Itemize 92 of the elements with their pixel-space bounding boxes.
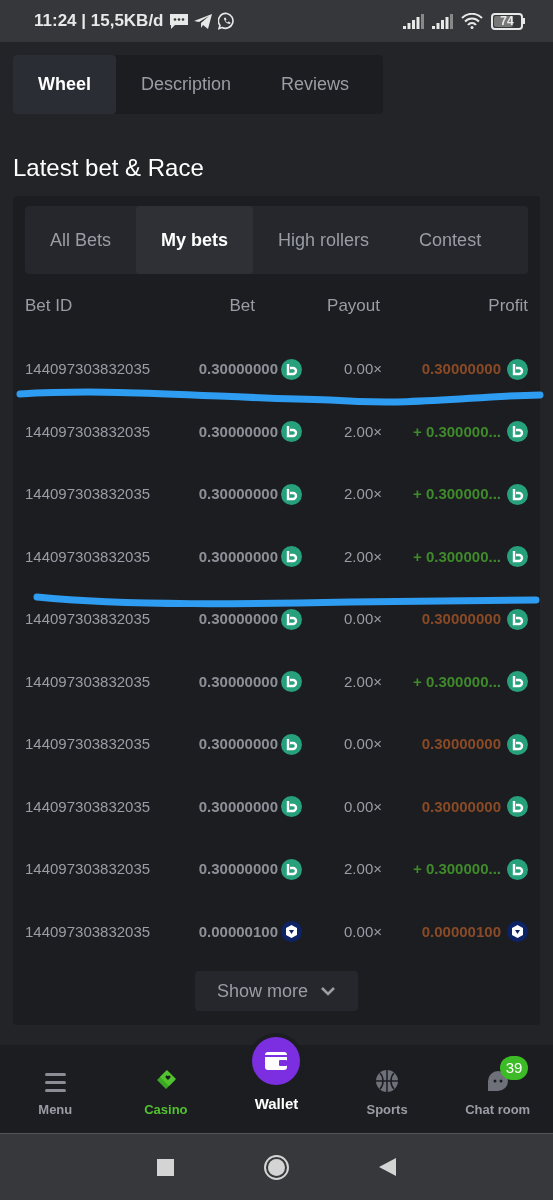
profit-amount: 0.30000000 (421, 796, 501, 817)
column-header: Payout (326, 295, 380, 318)
coin-icon (507, 483, 528, 505)
section-title: Latest bet & Race (13, 153, 205, 183)
table-cell-text: 144097303832035 (25, 859, 152, 879)
table-cell-text: 144097303832035 (25, 796, 152, 817)
nav-item[interactable]: Sports (331, 1033, 443, 1133)
tab[interactable]: Contest (394, 206, 507, 274)
table-cell-text: 0.00× (343, 734, 382, 754)
table-cell-text: 144097303832035 (25, 671, 152, 692)
coin-icon (281, 608, 302, 630)
table-cell-text: 144097303832035 (25, 609, 152, 629)
paper-plane-icon (193, 13, 212, 29)
coin-icon (281, 671, 302, 693)
tab[interactable]: Wheel (13, 55, 116, 114)
coin-icon (507, 796, 528, 818)
tab[interactable]: High rollers (253, 206, 395, 274)
coin-icon (281, 858, 302, 880)
signal-icon (403, 13, 424, 29)
table-cell-text: 144097303832035 (25, 546, 152, 567)
nav-item[interactable]: Casino (110, 1033, 222, 1133)
table-cell-text: 0.00× (343, 921, 382, 942)
bet-amount: 0.30000000 (198, 859, 278, 879)
bet-amount: 0.30000000 (198, 671, 278, 692)
chevron-down-icon (320, 986, 336, 996)
coin-icon (281, 483, 302, 505)
profit-amount: 0.30000000 (421, 734, 501, 754)
coin-icon (281, 421, 302, 443)
profit-amount: + 0.300000... (413, 421, 501, 442)
table-cell-text: 2.00× (343, 671, 382, 692)
profit-amount: + 0.300000... (413, 484, 501, 504)
coin-icon (507, 858, 528, 880)
signal-icon (432, 13, 453, 29)
coin-icon (281, 796, 302, 818)
profit-amount: + 0.300000... (413, 671, 501, 692)
show-more-button[interactable]: Show more (195, 971, 358, 1011)
table-cell-text: 2.00× (343, 859, 382, 879)
phone-bubble-icon (217, 12, 236, 30)
tab[interactable]: All Bets (25, 206, 137, 274)
coin-icon (507, 421, 528, 443)
coin-icon (507, 546, 528, 568)
bet-amount: 0.30000000 (198, 421, 278, 442)
bet-amount: 0.30000000 (198, 546, 278, 567)
wallet-icon (252, 1037, 301, 1085)
wifi-icon (461, 13, 483, 29)
bet-amount: 0.30000000 (198, 609, 278, 629)
column-header: Profit (487, 295, 528, 318)
table-cell-text: 0.00× (343, 796, 382, 817)
table-cell-text: 144097303832035 (25, 359, 152, 379)
profit-amount: + 0.300000... (413, 859, 501, 879)
coin-icon (507, 733, 528, 755)
table-cell-text: 144097303832035 (25, 734, 152, 754)
status-text: 11:24 | 15,5KB/d (34, 10, 164, 33)
bet-amount: 0.30000000 (198, 734, 278, 754)
nav-item[interactable]: Menu (0, 1033, 111, 1133)
table-cell-text: 144097303832035 (25, 421, 152, 442)
table-cell-text: 144097303832035 (25, 921, 152, 942)
bet-amount: 0.30000000 (198, 359, 278, 379)
coin-icon (281, 358, 302, 380)
table-cell-text: 144097303832035 (25, 484, 152, 504)
coin-icon (507, 671, 528, 693)
tab[interactable]: My bets (136, 206, 254, 274)
back-icon[interactable] (379, 1158, 396, 1176)
profit-amount: 0.30000000 (421, 359, 501, 379)
nav-item[interactable]: Wallet (221, 1033, 332, 1133)
column-header: Bet ID (25, 295, 74, 318)
coin-icon (507, 608, 528, 630)
tab[interactable]: Reviews (256, 55, 375, 114)
bet-amount: 0.30000000 (198, 796, 278, 817)
table-cell-text: 2.00× (343, 421, 382, 442)
coin-icon (281, 546, 302, 568)
column-header: Bet (228, 295, 255, 318)
table-cell-text: 2.00× (343, 546, 382, 567)
bet-amount: 0.30000000 (198, 484, 278, 504)
profit-amount: + 0.300000... (413, 546, 501, 567)
table-cell-text: 0.00× (343, 609, 382, 629)
tab[interactable]: Description (116, 55, 257, 114)
profit-amount: 0.00000100 (421, 921, 501, 942)
home-icon[interactable] (264, 1154, 289, 1180)
coin-icon (507, 358, 528, 380)
basketball-icon (376, 1069, 399, 1092)
profit-amount: 0.30000000 (421, 609, 501, 629)
table-cell-text: 2.00× (343, 484, 382, 504)
message-icon (169, 13, 188, 29)
recents-icon[interactable] (157, 1158, 174, 1176)
coin-icon (281, 921, 302, 943)
coin-icon (281, 733, 302, 755)
coin-icon (507, 921, 528, 943)
menu-icon (44, 1072, 66, 1092)
table-cell-text: 0.00× (343, 359, 382, 379)
bet-amount: 0.00000100 (198, 921, 278, 942)
nav-item[interactable]: 39 Chat room (442, 1033, 553, 1133)
